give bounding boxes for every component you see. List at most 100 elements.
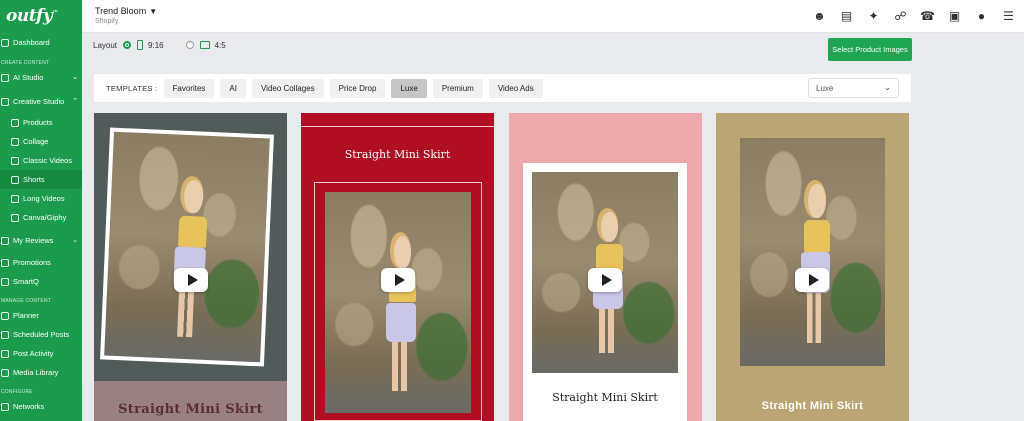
layout-radio-9-16[interactable] xyxy=(123,41,132,49)
outfy-logo[interactable]: outfy™ xyxy=(6,6,58,26)
sidebar-item-label: Canva/Giphy xyxy=(23,213,67,222)
support-icon[interactable]: ☎ xyxy=(914,8,941,24)
layout-option-9-16[interactable]: 9:16 xyxy=(148,41,164,50)
play-button[interactable] xyxy=(588,268,622,292)
schedule-icon xyxy=(1,330,9,339)
creative-studio-icon xyxy=(1,97,9,106)
sidebar-item-networks[interactable]: Networks xyxy=(0,397,82,416)
magic-icon[interactable]: ✦ xyxy=(860,8,887,24)
layout-option-4-5[interactable]: 4:5 xyxy=(215,41,226,50)
templates-label: TEMPLATES : xyxy=(106,83,158,93)
sidebar-item-promotions[interactable]: Promotions xyxy=(0,253,82,272)
sidebar-item-long-videos[interactable]: Long Videos xyxy=(0,189,82,208)
product-photo xyxy=(104,131,270,363)
shorts-icon xyxy=(11,175,19,184)
smartq-icon xyxy=(1,277,9,286)
topbar: Trend Bloom ▼ Shopify ☻ ▤ ✦ ☍ ☎ ▣ ● ☰ xyxy=(82,0,1024,33)
play-button[interactable] xyxy=(381,268,415,292)
sidebar-item-products[interactable]: Products xyxy=(0,113,82,132)
tab-ai[interactable]: AI xyxy=(220,78,246,98)
template-style-value: Luxe xyxy=(816,83,834,93)
tab-video-ads[interactable]: Video Ads xyxy=(488,78,543,98)
tab-price-drop[interactable]: Price Drop xyxy=(329,78,386,98)
canva-icon xyxy=(11,213,19,222)
calendar-icon xyxy=(1,311,9,320)
reviews-icon xyxy=(1,236,9,245)
product-photo xyxy=(325,192,471,413)
sidebar-item-canva-giphy[interactable]: Canva/Giphy xyxy=(0,208,82,227)
sidebar-item-label: My Reviews xyxy=(13,236,54,245)
networks-icon xyxy=(1,402,9,411)
tab-premium[interactable]: Premium xyxy=(432,78,483,98)
notifications-icon[interactable]: ● xyxy=(968,8,995,24)
play-button[interactable] xyxy=(174,268,208,292)
sidebar-item-planner[interactable]: Planner xyxy=(0,306,82,325)
sidebar-item-collage[interactable]: Collage xyxy=(0,132,82,151)
sidebar-item-label: Post Activity xyxy=(13,349,54,358)
template-card[interactable]: Straight Mini Skirt xyxy=(94,113,287,421)
template-card[interactable]: Straight Mini Skirt xyxy=(301,113,494,421)
play-button[interactable] xyxy=(795,268,829,292)
gift-icon[interactable]: ▣ xyxy=(941,8,968,24)
chevron-down-icon: ⌄ xyxy=(884,83,891,92)
section-label-manage: MANAGE CONTENT xyxy=(1,298,52,304)
promotions-icon xyxy=(1,258,9,267)
section-label-configure: CONFIGURE xyxy=(1,389,33,395)
sidebar-item-ai-studio[interactable]: AI Studio ⌄ xyxy=(0,68,82,87)
sidebar-item-label: Promotions xyxy=(13,258,51,267)
video-icon xyxy=(11,156,19,165)
store-name: Trend Bloom xyxy=(95,6,147,16)
sidebar-item-label: Creative Studio xyxy=(13,97,65,106)
card-title: Straight Mini Skirt xyxy=(552,391,658,404)
card-title: Straight Mini Skirt xyxy=(761,400,864,412)
divider xyxy=(301,113,494,127)
tab-favorites[interactable]: Favorites xyxy=(163,78,215,98)
billing-icon[interactable]: ▤ xyxy=(833,8,860,24)
template-card[interactable]: Straight Mini Skirt xyxy=(716,113,909,421)
sidebar-item-label: Scheduled Posts xyxy=(13,330,70,339)
layout-radio-4-5[interactable] xyxy=(185,41,194,49)
sidebar-item-label: Planner xyxy=(13,311,39,320)
chevron-down-icon: ⌄ xyxy=(72,74,78,81)
sidebar-item-creative-studio[interactable]: Creative Studio ⌃ xyxy=(0,92,82,111)
sidebar-item-label: AI Studio xyxy=(13,73,44,82)
user-icon[interactable]: ☻ xyxy=(806,8,833,24)
store-selector[interactable]: Trend Bloom ▼ xyxy=(95,6,157,16)
layout-label: Layout xyxy=(93,40,118,50)
sidebar-item-label: Shorts xyxy=(23,175,45,184)
sidebar-item-scheduled-posts[interactable]: Scheduled Posts xyxy=(0,325,82,344)
sidebar-item-my-reviews[interactable]: My Reviews ⌄ xyxy=(0,231,82,250)
dashboard-icon xyxy=(1,38,9,47)
select-product-images-button[interactable]: Select Product Images xyxy=(828,38,912,61)
ai-icon xyxy=(1,73,9,82)
card-title: Straight Mini Skirt xyxy=(118,402,263,417)
caret-down-icon: ▼ xyxy=(149,7,158,16)
sidebar-item-label: Networks xyxy=(13,402,45,411)
store-platform: Shopify xyxy=(95,18,119,25)
chevron-up-icon: ⌃ xyxy=(72,98,78,105)
sidebar-item-shorts[interactable]: Shorts xyxy=(0,170,82,189)
tab-video-collages[interactable]: Video Collages xyxy=(251,78,324,98)
collage-icon xyxy=(11,137,19,146)
template-style-select[interactable]: Luxe ⌄ xyxy=(808,78,899,98)
sidebar-item-label: Dashboard xyxy=(13,38,50,47)
activity-icon xyxy=(1,349,9,358)
layout-selector: Layout 9:16 4:5 xyxy=(93,40,226,50)
tab-luxe[interactable]: Luxe xyxy=(391,78,427,98)
products-icon xyxy=(11,118,19,127)
sidebar-item-label: Media Library xyxy=(13,368,59,377)
sidebar-item-dashboard[interactable]: Dashboard xyxy=(0,33,82,52)
card-title: Straight Mini Skirt xyxy=(344,148,451,161)
sidebar-item-label: Long Videos xyxy=(23,194,65,203)
sidebar-item-media-library[interactable]: Media Library xyxy=(0,363,82,382)
product-photo xyxy=(740,138,885,366)
sidebar-item-classic-videos[interactable]: Classic Videos xyxy=(0,151,82,170)
sidebar-item-label: Classic Videos xyxy=(23,156,73,165)
menu-icon[interactable]: ☰ xyxy=(995,8,1022,24)
sidebar-item-post-activity[interactable]: Post Activity xyxy=(0,344,82,363)
sidebar-item-label: SmartQ xyxy=(13,277,39,286)
handshake-icon[interactable]: ☍ xyxy=(887,8,914,24)
sidebar: outfy™ Dashboard CREATE CONTENT AI Studi… xyxy=(0,0,82,421)
template-card[interactable]: Straight Mini Skirt xyxy=(509,113,702,421)
sidebar-item-smartq[interactable]: SmartQ xyxy=(0,272,82,291)
